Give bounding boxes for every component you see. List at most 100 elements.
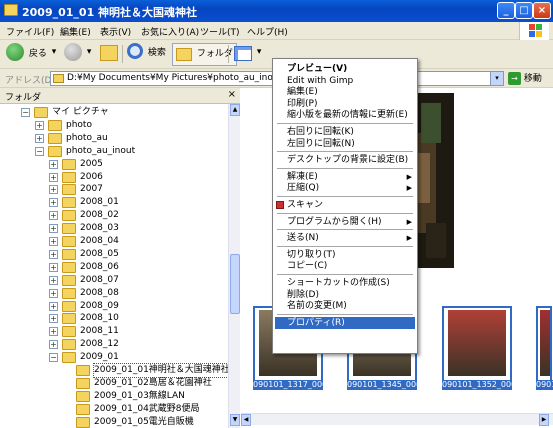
expand-icon[interactable]: + bbox=[49, 159, 58, 169]
tree-item[interactable]: +2008_05 bbox=[0, 248, 226, 261]
tree-item-label: 2009_01_04武蔵野8便局 bbox=[94, 403, 200, 414]
expand-icon[interactable]: + bbox=[49, 211, 58, 221]
menu-file[interactable]: ファイル(F) bbox=[6, 25, 54, 38]
context-menu-item[interactable]: 印刷(P) bbox=[275, 98, 415, 110]
context-menu-item[interactable]: 圧縮(Q) ▶ bbox=[275, 182, 415, 194]
context-menu-item[interactable]: スキャン bbox=[275, 199, 415, 211]
menu-favorites[interactable]: お気に入り(A) bbox=[141, 25, 199, 38]
file-view-scrollbar[interactable]: ◀ ▶ bbox=[241, 413, 553, 426]
address-dropdown-icon[interactable]: ▾ bbox=[490, 71, 504, 86]
context-menu-item[interactable]: 左回りに回転(N) bbox=[275, 138, 415, 150]
tree-item[interactable]: +2008_11 bbox=[0, 325, 226, 338]
context-menu-item[interactable]: 切り取り(T) bbox=[275, 249, 415, 261]
tree-item[interactable]: +2005 bbox=[0, 158, 226, 171]
tree-item[interactable]: +2008_01 bbox=[0, 196, 226, 209]
tree-item[interactable]: 2009_01_05電光自販機 bbox=[0, 416, 226, 428]
tree-item[interactable]: +2008_04 bbox=[0, 235, 226, 248]
forward-button[interactable]: ▾ bbox=[64, 43, 91, 65]
tree-item[interactable]: +2008_09 bbox=[0, 300, 226, 313]
context-menu-item[interactable]: 解凍(E) ▶ bbox=[275, 171, 415, 183]
collapse-icon[interactable]: − bbox=[49, 353, 58, 363]
back-dropdown-icon[interactable]: ▾ bbox=[52, 47, 57, 57]
expand-icon[interactable]: + bbox=[49, 275, 58, 285]
folder-pane-close-icon[interactable]: × bbox=[228, 89, 236, 100]
context-menu-item[interactable]: 編集(E) bbox=[275, 86, 415, 98]
maximize-button[interactable]: □ bbox=[515, 2, 533, 19]
expand-icon[interactable]: + bbox=[49, 314, 58, 324]
back-button[interactable]: 戻る ▾ bbox=[6, 43, 56, 65]
menu-separator bbox=[277, 212, 413, 214]
tree-item[interactable]: 2009_01_03無線LAN bbox=[0, 390, 226, 403]
context-menu-item[interactable]: 縮小版を最新の情報に更新(E) bbox=[275, 109, 415, 121]
context-menu-item[interactable]: 送る(N) ▶ bbox=[275, 232, 415, 244]
tree-item[interactable]: 2009_01_04武蔵野8便局 bbox=[0, 403, 226, 416]
scroll-left-icon[interactable]: ◀ bbox=[241, 414, 251, 426]
tree-item[interactable]: 2009_01_01神明社＆大国魂神社 bbox=[0, 363, 228, 378]
menu-help[interactable]: ヘルプ(H) bbox=[247, 25, 288, 38]
context-menu-item[interactable]: ショートカットの作成(S) bbox=[275, 277, 415, 289]
context-menu-item[interactable]: 名前の変更(M) bbox=[275, 300, 415, 312]
folder-pane-scrollbar[interactable]: ▲ ▼ bbox=[228, 104, 240, 428]
expand-icon[interactable]: + bbox=[49, 262, 58, 272]
context-menu-item[interactable]: プロパティ(R) bbox=[275, 316, 415, 329]
tree-item[interactable]: +2006 bbox=[0, 171, 226, 184]
context-menu-item[interactable]: 削除(D) bbox=[275, 289, 415, 301]
expand-icon[interactable]: + bbox=[49, 301, 58, 311]
tree-item[interactable]: +2008_02 bbox=[0, 209, 226, 222]
expand-icon[interactable]: + bbox=[49, 237, 58, 246]
tree-item[interactable]: + photo bbox=[0, 119, 226, 132]
expand-icon[interactable]: + bbox=[49, 185, 58, 195]
close-button[interactable]: × bbox=[533, 2, 551, 19]
expand-icon[interactable]: + bbox=[49, 172, 58, 182]
tree-item[interactable]: − 2009_01 bbox=[0, 351, 226, 364]
expand-icon[interactable]: + bbox=[49, 288, 58, 298]
context-menu-item[interactable]: デスクトップの背景に設定(B) bbox=[275, 154, 415, 166]
tree-item[interactable]: + photo_au bbox=[0, 132, 226, 145]
tree-item[interactable]: − マイ ピクチャ bbox=[0, 106, 226, 119]
tree-item[interactable]: +2008_06 bbox=[0, 261, 226, 274]
folder-icon bbox=[62, 339, 76, 351]
menu-edit[interactable]: 編集(E) bbox=[60, 25, 91, 38]
scroll-up-icon[interactable]: ▲ bbox=[230, 104, 240, 116]
collapse-icon[interactable]: − bbox=[21, 108, 30, 117]
tree-item[interactable]: +2007 bbox=[0, 183, 226, 196]
thumbnail-item[interactable]: 090101_1352_0001 bbox=[442, 306, 512, 390]
context-menu-item[interactable]: 右回りに回転(K) bbox=[275, 126, 415, 138]
expand-icon[interactable]: + bbox=[49, 340, 58, 350]
expand-icon[interactable]: + bbox=[35, 133, 44, 143]
tree-item[interactable]: +2008_12 bbox=[0, 338, 226, 351]
thumbnail-item[interactable]: 0901 bbox=[536, 306, 553, 390]
expand-icon[interactable]: + bbox=[49, 249, 58, 259]
tree-item[interactable]: 2009_01_02島居＆花園神社 bbox=[0, 377, 226, 390]
up-folder-button[interactable] bbox=[100, 43, 118, 65]
scroll-down-icon[interactable]: ▼ bbox=[230, 414, 240, 426]
thumbnail-caption: 090101_1352_0001 bbox=[442, 380, 512, 390]
context-menu-item[interactable]: プレビュー(V) bbox=[275, 63, 415, 75]
expand-icon[interactable]: + bbox=[35, 120, 44, 130]
views-button[interactable]: ▾ bbox=[234, 43, 261, 65]
folder-icon bbox=[48, 145, 62, 157]
tree-item[interactable]: +2008_07 bbox=[0, 274, 226, 287]
expand-icon[interactable]: + bbox=[49, 327, 58, 337]
minimize-button[interactable]: _ bbox=[497, 2, 515, 19]
menu-tools[interactable]: ツール(T) bbox=[200, 25, 240, 38]
context-menu-item[interactable]: コピー(C) bbox=[275, 260, 415, 272]
scroll-right-icon[interactable]: ▶ bbox=[539, 414, 549, 426]
tree-item[interactable]: +2008_10 bbox=[0, 312, 226, 325]
context-menu-item[interactable]: Edit with Gimp bbox=[275, 75, 415, 87]
scrollbar-thumb[interactable] bbox=[230, 254, 240, 314]
tree-item[interactable]: − photo_au_inout bbox=[0, 145, 226, 158]
forward-dropdown-icon[interactable]: ▾ bbox=[87, 47, 92, 57]
tree-item[interactable]: +2008_08 bbox=[0, 287, 226, 300]
expand-icon[interactable]: + bbox=[49, 198, 58, 208]
go-button[interactable]: → 移動 bbox=[508, 71, 550, 86]
search-button[interactable]: 検索 bbox=[127, 43, 166, 65]
submenu-arrow-icon: ▶ bbox=[406, 217, 412, 226]
expand-icon[interactable]: + bbox=[49, 224, 58, 234]
tree-item[interactable]: +2008_03 bbox=[0, 222, 226, 235]
toolbar-separator bbox=[228, 45, 229, 63]
context-menu-item[interactable]: プログラムから開く(H) ▶ bbox=[275, 216, 415, 228]
collapse-icon[interactable]: − bbox=[35, 146, 44, 156]
views-dropdown-icon[interactable]: ▾ bbox=[257, 47, 262, 57]
menu-view[interactable]: 表示(V) bbox=[100, 25, 131, 38]
